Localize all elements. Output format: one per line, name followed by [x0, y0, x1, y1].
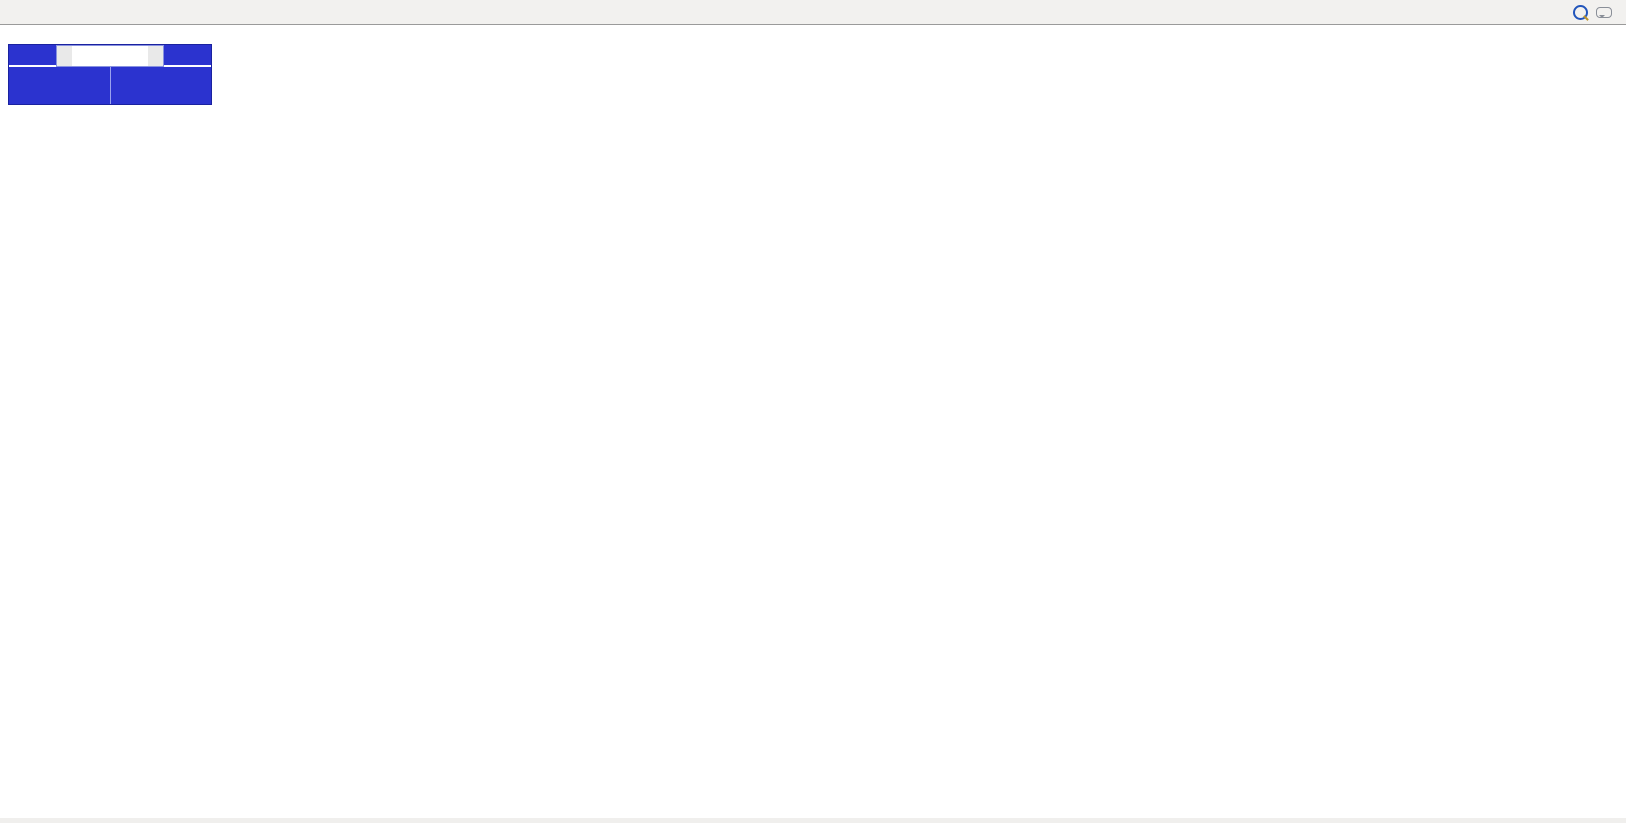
volume-increase-button[interactable]: [148, 46, 163, 66]
chart-title-row: [8, 29, 19, 42]
buy-button[interactable]: [164, 45, 211, 67]
volume-decrease-button[interactable]: [57, 46, 72, 66]
order-button[interactable]: [0, 1, 8, 23]
search-icon[interactable]: [1569, 1, 1592, 23]
volume-input[interactable]: [72, 46, 148, 66]
chart-canvas[interactable]: [0, 0, 1626, 823]
sell-button[interactable]: [9, 45, 56, 67]
one-click-trade-panel: [8, 44, 212, 105]
volume-field: [56, 45, 164, 67]
window-bottom-strip: [0, 818, 1626, 823]
main-toolbar: [0, 0, 1626, 25]
buy-price[interactable]: [111, 67, 212, 104]
chat-icon[interactable]: [1592, 1, 1626, 23]
sell-price[interactable]: [9, 67, 110, 104]
